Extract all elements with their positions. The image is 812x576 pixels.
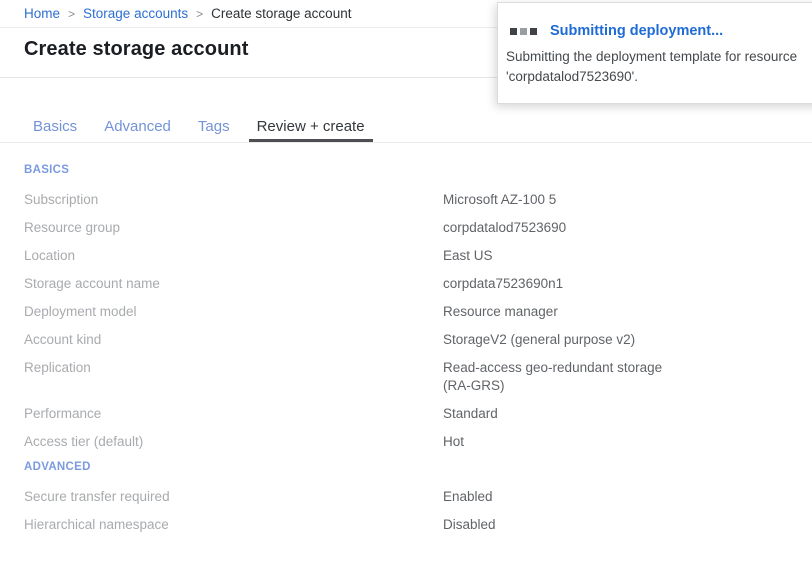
row-label: Hierarchical namespace xyxy=(24,516,443,534)
row-label: Subscription xyxy=(24,191,443,209)
row-value: corpdata7523690n1 xyxy=(443,275,673,293)
tab-basics[interactable]: Basics xyxy=(33,118,77,142)
tab-tags[interactable]: Tags xyxy=(198,118,230,142)
row-value: Hot xyxy=(443,433,673,451)
tab-advanced[interactable]: Advanced xyxy=(104,118,171,142)
deployment-progress-icon xyxy=(510,28,537,35)
row-value: Enabled xyxy=(443,488,673,506)
row-hierarchical-namespace: Hierarchical namespace Disabled xyxy=(24,516,812,534)
review-summary: BASICS Subscription Microsoft AZ-100 5 R… xyxy=(0,143,812,534)
row-value: Standard xyxy=(443,405,673,423)
section-header-basics: BASICS xyxy=(24,164,812,176)
row-value: Microsoft AZ-100 5 xyxy=(443,191,673,209)
row-value: Read-access geo-redundant storage (RA-GR… xyxy=(443,359,673,395)
row-replication: Replication Read-access geo-redundant st… xyxy=(24,359,812,395)
row-performance: Performance Standard xyxy=(24,405,812,423)
breadcrumb-separator: > xyxy=(68,7,75,21)
toast-title-link[interactable]: Submitting deployment... xyxy=(550,23,723,39)
row-location: Location East US xyxy=(24,247,812,265)
row-account-kind: Account kind StorageV2 (general purpose … xyxy=(24,331,812,349)
row-label: Location xyxy=(24,247,443,265)
row-value: Resource manager xyxy=(443,303,673,321)
section-header-advanced: ADVANCED xyxy=(24,461,812,473)
row-label: Performance xyxy=(24,405,443,423)
row-deployment-model: Deployment model Resource manager xyxy=(24,303,812,321)
row-label: Deployment model xyxy=(24,303,443,321)
row-value: StorageV2 (general purpose v2) xyxy=(443,331,673,349)
row-label: Access tier (default) xyxy=(24,433,443,451)
row-access-tier: Access tier (default) Hot xyxy=(24,433,812,451)
row-value: East US xyxy=(443,247,673,265)
row-secure-transfer: Secure transfer required Enabled xyxy=(24,488,812,506)
breadcrumb-separator: > xyxy=(196,7,203,21)
toast-message-line1: Submitting the deployment template for r… xyxy=(506,47,812,67)
notification-toast[interactable]: Submitting deployment... Submitting the … xyxy=(497,2,812,104)
row-resource-group: Resource group corpdatalod7523690 xyxy=(24,219,812,237)
row-storage-account-name: Storage account name corpdata7523690n1 xyxy=(24,275,812,293)
toast-message-line2: 'corpdatalod7523690'. xyxy=(506,67,812,87)
row-label: Replication xyxy=(24,359,443,395)
row-label: Storage account name xyxy=(24,275,443,293)
row-value: Disabled xyxy=(443,516,673,534)
row-label: Resource group xyxy=(24,219,443,237)
tab-review-create[interactable]: Review + create xyxy=(249,118,373,142)
toast-message: Submitting the deployment template for r… xyxy=(506,47,812,87)
tab-bar: Basics Advanced Tags Review + create xyxy=(0,118,812,143)
section-basics: BASICS Subscription Microsoft AZ-100 5 R… xyxy=(24,164,812,451)
row-label: Secure transfer required xyxy=(24,488,443,506)
section-advanced: ADVANCED Secure transfer required Enable… xyxy=(24,461,812,534)
row-value: corpdatalod7523690 xyxy=(443,219,673,237)
row-subscription: Subscription Microsoft AZ-100 5 xyxy=(24,191,812,209)
row-label: Account kind xyxy=(24,331,443,349)
breadcrumb-current-page: Create storage account xyxy=(211,6,351,21)
breadcrumb-home-link[interactable]: Home xyxy=(24,6,60,21)
breadcrumb-storage-accounts-link[interactable]: Storage accounts xyxy=(83,6,188,21)
